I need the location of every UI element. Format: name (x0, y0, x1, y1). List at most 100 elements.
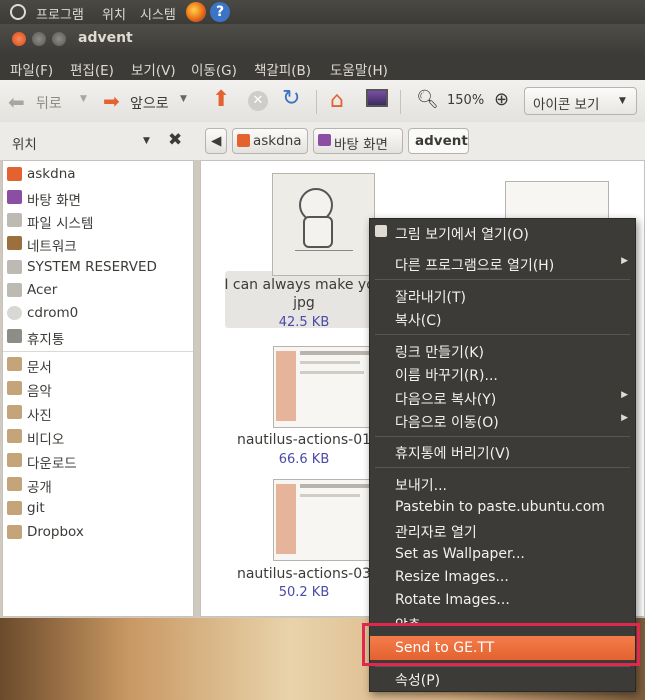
reload-icon[interactable]: ↻ (282, 86, 300, 111)
menu-item-send-to[interactable]: 보내기... (370, 472, 635, 495)
sidebar-item-askdna[interactable]: askdna (5, 164, 191, 186)
submenu-arrow-icon: ▶ (621, 390, 628, 400)
highlight-annotation (362, 623, 640, 666)
sidebar-item-pictures[interactable]: 사진 (5, 402, 191, 424)
sidebar-item-music[interactable]: 음악 (5, 378, 191, 400)
drive-icon (7, 213, 22, 227)
panel-menu-system[interactable]: 시스템 (140, 4, 176, 23)
toolbar: ⬅ 뒤로 ▼ ➡ 앞으로 ▼ ⬆ ✕ ↻ ⌂ 🔍︎ 150% ⊕ 아이콘 보기 … (0, 80, 645, 123)
computer-icon[interactable] (366, 89, 388, 107)
menu-item-move-to-trash[interactable]: 휴지통에 버리기(V) (370, 440, 635, 463)
home-folder-icon (237, 134, 250, 147)
panel-menu-places[interactable]: 위치 (102, 4, 126, 23)
window-titlebar[interactable]: advent (0, 24, 645, 54)
downloads-folder-icon (7, 453, 22, 467)
sidebar-item-trash[interactable]: 휴지통 (5, 326, 191, 348)
menu-item-make-link[interactable]: 링크 만들기(K) (370, 339, 635, 362)
videos-folder-icon (7, 429, 22, 443)
menu-item-move-to[interactable]: 다음으로 이동(O) ▶ (370, 409, 635, 432)
back-dropdown-icon[interactable]: ▼ (80, 94, 87, 104)
menu-item-open-image-viewer[interactable]: 그림 보기에서 열기(O) (370, 221, 635, 244)
ubuntu-logo-icon[interactable] (10, 4, 26, 20)
location-bar: 위치 ▼ ✖ ◀ askdna 바탕 화면 advent (0, 122, 645, 160)
sidebar-item-filesystem[interactable]: 파일 시스템 (5, 210, 191, 232)
submenu-arrow-icon: ▶ (621, 413, 628, 423)
toolbar-separator-2 (400, 90, 401, 114)
firefox-icon[interactable] (186, 2, 206, 22)
sidebar-item-videos[interactable]: 비디오 (5, 426, 191, 448)
menu-item-copy[interactable]: 복사(C) (370, 307, 635, 330)
zoom-level: 150% (447, 93, 485, 108)
forward-arrow-icon[interactable]: ➡ (103, 89, 120, 113)
menu-edit[interactable]: 편집(E) (70, 59, 114, 79)
submenu-arrow-icon: ▶ (621, 256, 628, 266)
desktop-folder-icon (318, 134, 331, 146)
zoom-in-icon[interactable]: ⊕ (494, 89, 509, 110)
sidebar-item-documents[interactable]: 문서 (5, 354, 191, 376)
file-thumbnail-image[interactable] (272, 173, 375, 276)
file-thumbnail-screenshot[interactable] (273, 479, 375, 561)
sidebar-item-cdrom[interactable]: cdrom0 (5, 303, 191, 325)
forward-button[interactable]: 앞으로 (130, 93, 169, 113)
sidebar-item-desktop[interactable]: 바탕 화면 (5, 187, 191, 209)
sidebar-item-system-reserved[interactable]: SYSTEM RESERVED (5, 257, 191, 279)
menu-item-rename[interactable]: 이름 바꾸기(R)... (370, 362, 635, 385)
menu-item-open-as-admin[interactable]: 관리자로 열기 (370, 519, 635, 542)
breadcrumb-askdna-label: askdna (253, 133, 302, 149)
forward-dropdown-icon[interactable]: ▼ (180, 94, 187, 104)
sidebar-title: 위치 (12, 137, 37, 153)
breadcrumb-left-arrow[interactable]: ◀ (205, 128, 227, 154)
file-thumbnail-screenshot[interactable] (273, 346, 375, 428)
up-arrow-icon[interactable]: ⬆ (212, 87, 230, 112)
menu-file[interactable]: 파일(F) (10, 59, 53, 79)
drive-icon (7, 283, 22, 297)
breadcrumb-askdna[interactable]: askdna (232, 128, 308, 154)
zoom-out-icon[interactable]: 🔍︎ (416, 89, 439, 110)
sidebar-item-acer[interactable]: Acer (5, 280, 191, 302)
view-mode-select[interactable]: 아이콘 보기 ▼ (524, 87, 637, 115)
menu-bookmarks[interactable]: 책갈피(B) (254, 59, 311, 79)
folder-icon (7, 501, 22, 515)
trash-icon (7, 329, 22, 343)
close-window-icon[interactable] (12, 32, 26, 46)
maximize-window-icon[interactable] (52, 32, 66, 46)
help-icon[interactable]: ? (210, 2, 230, 22)
menu-item-set-wallpaper[interactable]: Set as Wallpaper... (370, 543, 635, 566)
sidebar-type-dropdown-icon[interactable]: ▼ (143, 136, 150, 146)
menu-help[interactable]: 도움말(H) (330, 59, 388, 79)
breadcrumb-desktop[interactable]: 바탕 화면 (313, 128, 403, 154)
sidebar-item-dropbox[interactable]: Dropbox (5, 522, 191, 544)
back-button[interactable]: 뒤로 (36, 93, 62, 113)
sidebar-item-git[interactable]: git (5, 498, 191, 520)
sidebar-item-network[interactable]: 네트워크 (5, 233, 191, 255)
menu-separator (375, 436, 630, 437)
sidebar-item-public[interactable]: 공개 (5, 474, 191, 496)
stop-icon[interactable]: ✕ (248, 91, 268, 111)
menu-item-pastebin[interactable]: Pastebin to paste.ubuntu.com (370, 496, 635, 519)
menu-item-properties[interactable]: 속성(P) (370, 667, 635, 690)
panel-menu-applications[interactable]: 프로그램 (36, 4, 84, 23)
sidebar: askdna 바탕 화면 파일 시스템 네트워크 SYSTEM RESERVED… (2, 160, 194, 617)
close-sidebar-icon[interactable]: ✖ (168, 130, 182, 150)
minimize-window-icon[interactable] (32, 32, 46, 46)
breadcrumb-desktop-label: 바탕 화면 (334, 137, 388, 153)
folder-icon (7, 525, 22, 539)
breadcrumb-advent-label: advent (415, 133, 468, 149)
menu-item-open-with[interactable]: 다른 프로그램으로 열기(H) ▶ (370, 252, 635, 275)
menu-item-rotate-images[interactable]: Rotate Images... (370, 589, 635, 612)
drive-icon (7, 260, 22, 274)
sidebar-item-downloads[interactable]: 다운로드 (5, 450, 191, 472)
menu-separator (375, 279, 630, 280)
menu-item-copy-to[interactable]: 다음으로 복사(Y) ▶ (370, 386, 635, 409)
breadcrumb-advent[interactable]: advent (408, 128, 469, 154)
view-mode-label: 아이콘 보기 (533, 97, 600, 113)
menu-separator (375, 467, 630, 468)
menu-view[interactable]: 보기(V) (131, 59, 176, 79)
home-icon[interactable]: ⌂ (330, 88, 344, 113)
menu-go[interactable]: 이동(G) (191, 59, 237, 79)
network-icon (7, 236, 22, 250)
menu-separator (375, 334, 630, 335)
back-arrow-icon[interactable]: ⬅ (8, 90, 25, 114)
menu-item-cut[interactable]: 잘라내기(T) (370, 284, 635, 307)
menu-item-resize-images[interactable]: Resize Images... (370, 566, 635, 589)
